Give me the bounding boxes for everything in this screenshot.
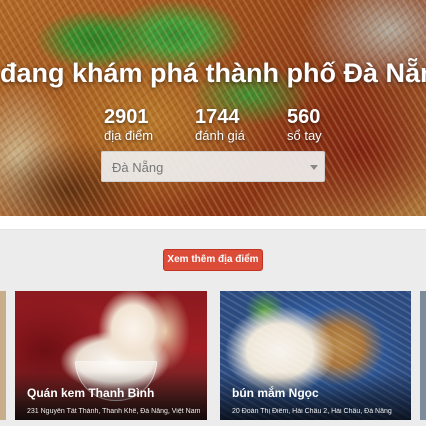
chevron-down-icon [310, 165, 318, 170]
stat-places-value: 2901 [104, 106, 149, 128]
place-card-partial-right[interactable] [420, 291, 426, 420]
hero-banner: đang khám phá thành phố Đà Nẵng 2901 địa… [0, 0, 426, 216]
divider [0, 229, 426, 230]
city-select[interactable]: Đà Nẵng [101, 151, 325, 182]
place-card[interactable]: Quán kem Thanh Bình 231 Nguyễn Tất Thành… [15, 291, 207, 420]
stat-places-label: địa điểm [104, 128, 154, 143]
stat-notebooks: 560 sổ tay [287, 106, 322, 143]
place-card-partial-left[interactable] [0, 291, 6, 420]
stat-reviews-value: 1744 [195, 106, 240, 128]
category-strip [0, 216, 426, 230]
place-address: 231 Nguyễn Tất Thành, Thanh Khê, Đà Nẵng… [27, 408, 201, 415]
place-name[interactable]: bún mắm Ngọc [232, 386, 319, 400]
place-card[interactable]: bún mắm Ngọc 20 Đoàn Thị Điểm, Hải Châu … [220, 291, 411, 420]
hero-title: đang khám phá thành phố Đà Nẵng [0, 58, 426, 88]
place-address: 20 Đoàn Thị Điểm, Hải Châu 2, Hải Châu, … [232, 408, 392, 415]
city-select-value: Đà Nẵng [112, 160, 164, 175]
stat-notebooks-label: sổ tay [287, 128, 322, 143]
place-name[interactable]: Quán kem Thanh Bình [27, 386, 154, 400]
see-more-button[interactable]: Xem thêm địa điểm [163, 249, 263, 271]
stat-places: 2901 địa điểm [104, 106, 153, 143]
stat-notebooks-value: 560 [287, 106, 321, 128]
stat-reviews-label: đánh giá [195, 128, 245, 143]
stat-reviews: 1744 đánh giá [195, 106, 245, 143]
